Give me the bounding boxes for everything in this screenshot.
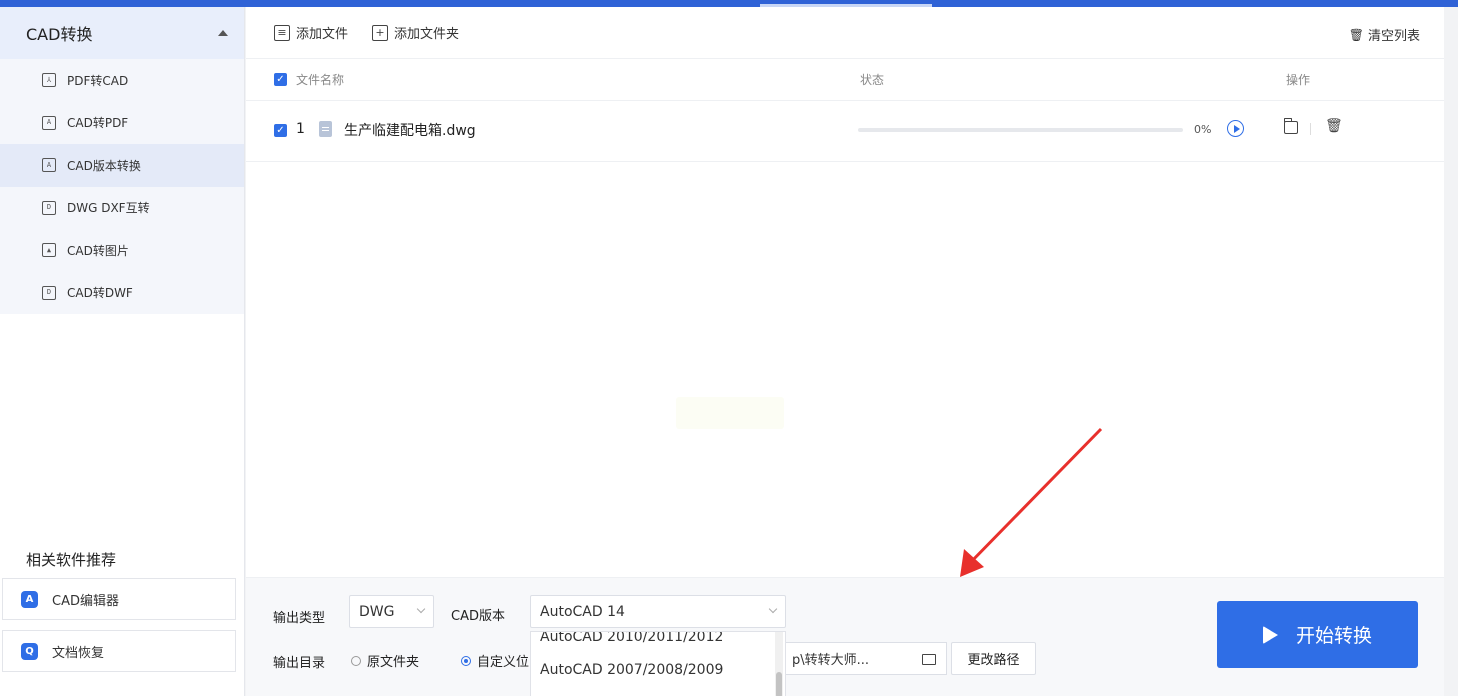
- play-icon[interactable]: [1227, 120, 1244, 137]
- cad-editor-app-icon: A: [21, 590, 38, 608]
- faded-overlay: [676, 397, 784, 429]
- add-file-icon: ≡: [274, 24, 290, 41]
- annotation-arrow: [960, 427, 1103, 577]
- progress-bar: [858, 128, 1183, 132]
- trash-icon: 🗑: [1348, 27, 1364, 42]
- radio-custom-location[interactable]: 自定义位: [461, 651, 529, 670]
- add-file-label: 添加文件: [296, 27, 349, 42]
- output-path-value: p\转转大师...: [792, 653, 870, 668]
- cad-version-select[interactable]: AutoCAD 14: [530, 595, 786, 628]
- cad-file-icon: A: [42, 158, 56, 173]
- add-file-button[interactable]: ≡ 添加文件: [274, 23, 348, 42]
- select-all-checkbox[interactable]: ✓: [274, 73, 287, 86]
- start-convert-label: 开始转换: [1295, 625, 1372, 647]
- radio-dot: [351, 655, 361, 666]
- sidebar-item-label: CAD版本转换: [67, 158, 141, 173]
- doc-recovery-app-icon: Q: [21, 642, 38, 660]
- sidebar-item-label: DWG DXF互转: [67, 201, 150, 216]
- add-folder-button[interactable]: + 添加文件夹: [372, 23, 459, 42]
- header-operations: 操作: [1286, 73, 1311, 87]
- radio-dot: [461, 655, 471, 666]
- output-settings-panel: 输出类型 DWG CAD版本 AutoCAD 14 输出目录 原文件夹 自定义位…: [246, 577, 1444, 696]
- row-index: 1: [296, 121, 305, 137]
- sidebar-list: ⅄ PDF转CAD A CAD转PDF A CAD版本转换 D DWG DXF互…: [0, 59, 244, 314]
- table-header: ✓ 文件名称 状态 操作: [246, 59, 1444, 101]
- cad-version-label: CAD版本: [451, 609, 505, 624]
- sidebar-item-pdf-to-cad[interactable]: ⅄ PDF转CAD: [0, 59, 244, 102]
- pdf-file-icon: ⅄: [42, 73, 56, 88]
- window-top-bar: [0, 0, 1458, 7]
- dwf-file-icon: D: [42, 285, 56, 300]
- cad-file-icon: A: [42, 115, 56, 130]
- sidebar-item-label: PDF转CAD: [67, 73, 129, 88]
- start-convert-button[interactable]: 开始转换: [1217, 601, 1418, 668]
- header-status: 状态: [860, 73, 885, 87]
- sidebar-item-cad-version-convert[interactable]: A CAD版本转换: [0, 144, 244, 187]
- ops-divider: [1310, 123, 1311, 135]
- collapse-up-icon[interactable]: [218, 30, 228, 36]
- chevron-down-icon: [768, 604, 778, 614]
- sidebar-header-cad-convert[interactable]: CAD转换: [0, 7, 244, 59]
- radio-original-label: 原文件夹: [367, 655, 420, 670]
- file-icon: [319, 121, 332, 137]
- dropdown-option[interactable]: AutoCAD 2010/2011/2012: [531, 632, 785, 653]
- dropdown-option[interactable]: AutoCAD 2007/2008/2009: [531, 653, 785, 686]
- sidebar-item-label: CAD转DWF: [67, 286, 133, 301]
- output-path-field[interactable]: p\转转大师...: [763, 642, 947, 675]
- radio-original-folder[interactable]: 原文件夹: [351, 651, 419, 670]
- radio-custom-label: 自定义位: [477, 655, 530, 670]
- sidebar-item-cad-to-pdf[interactable]: A CAD转PDF: [0, 102, 244, 145]
- output-dir-label: 输出目录: [273, 656, 326, 671]
- add-folder-icon: +: [372, 24, 389, 41]
- main-panel: ≡ 添加文件 + 添加文件夹 🗑 清空列表 ✓ 文件名称 状态 操作 ✓ 1 生…: [246, 7, 1444, 696]
- output-type-label: 输出类型: [273, 611, 326, 626]
- row-checkbox[interactable]: ✓: [274, 124, 287, 137]
- sidebar-item-cad-to-image[interactable]: ▲ CAD转图片: [0, 229, 244, 272]
- clear-list-button[interactable]: 🗑 清空列表: [1348, 25, 1420, 45]
- chevron-down-icon: [416, 604, 426, 614]
- app-cad-editor[interactable]: A CAD编辑器: [2, 578, 236, 620]
- folder-icon[interactable]: [922, 654, 936, 665]
- app-label: CAD编辑器: [52, 593, 119, 609]
- progress-percent: 0%: [1194, 123, 1212, 136]
- right-gutter: [1444, 7, 1458, 696]
- cad-version-value: AutoCAD 14: [540, 603, 625, 620]
- row-filename: 生产临建配电箱.dwg: [344, 123, 476, 139]
- header-filename: 文件名称: [296, 73, 345, 87]
- sidebar-header-title: CAD转换: [26, 25, 93, 44]
- sidebar-item-label: CAD转图片: [67, 243, 129, 258]
- delete-icon[interactable]: 🗑: [1325, 118, 1343, 134]
- sidebar-item-cad-to-dwf[interactable]: D CAD转DWF: [0, 272, 244, 315]
- toolbar: ≡ 添加文件 + 添加文件夹 🗑 清空列表: [246, 7, 1444, 59]
- sidebar-item-dwg-dxf[interactable]: D DWG DXF互转: [0, 187, 244, 230]
- play-icon: [1262, 625, 1278, 644]
- dropdown-scrollbar-thumb[interactable]: [776, 672, 782, 696]
- sidebar: CAD转换 ⅄ PDF转CAD A CAD转PDF A CAD版本转换 D DW…: [0, 7, 245, 696]
- cad-version-dropdown: AutoCAD 2010/2011/2012 AutoCAD 2007/2008…: [530, 631, 786, 696]
- add-folder-label: 添加文件夹: [394, 27, 460, 42]
- dwg-file-icon: D: [42, 200, 56, 215]
- change-path-button[interactable]: 更改路径: [951, 642, 1036, 675]
- table-row: ✓ 1 生产临建配电箱.dwg 0% 🗑: [246, 101, 1444, 162]
- app-label: 文档恢复: [52, 645, 105, 661]
- image-icon: ▲: [42, 243, 56, 258]
- output-type-value: DWG: [359, 603, 395, 620]
- app-doc-recovery[interactable]: Q 文档恢复: [2, 630, 236, 672]
- recommend-title: 相关软件推荐: [26, 551, 117, 569]
- open-folder-icon[interactable]: [1284, 118, 1298, 134]
- sidebar-item-label: CAD转PDF: [67, 116, 129, 131]
- clear-list-label: 清空列表: [1367, 29, 1420, 44]
- output-type-select[interactable]: DWG: [349, 595, 434, 628]
